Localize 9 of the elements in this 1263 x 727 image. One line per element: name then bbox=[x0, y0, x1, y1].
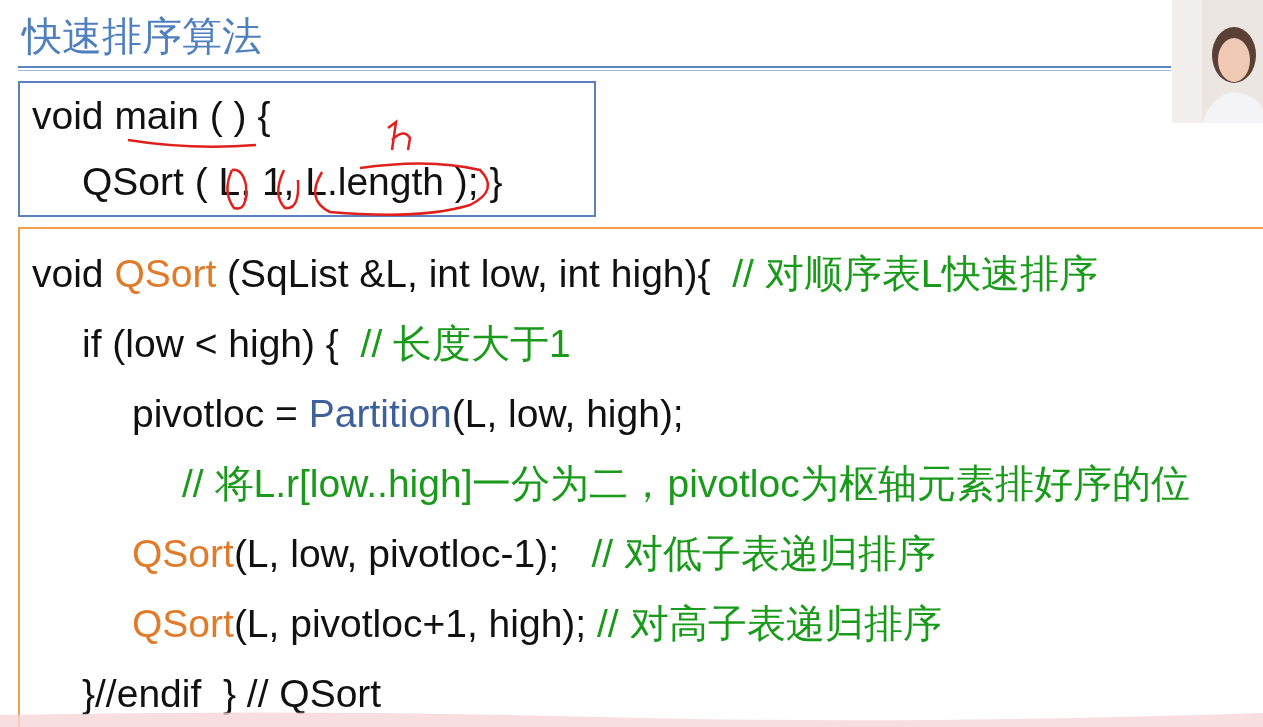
code-line: QSort(L, low, pivotloc-1); // 对低子表递归排序 bbox=[132, 532, 937, 576]
code-line: pivotloc = Partition(L, low, high); bbox=[132, 392, 684, 436]
code-line: void QSort (SqList &L, int low, int high){ // 对顺序表L快速排序 bbox=[32, 252, 1099, 296]
code-line: }//endif } // QSort bbox=[82, 672, 382, 716]
code-line: void main ( ) { bbox=[32, 94, 271, 138]
code-line: // 将L.r[low..high]一分为二，pivotloc为枢轴元素排好序的位 bbox=[182, 462, 1190, 506]
code-line: QSort(L, pivotloc+1, high); // 对高子表递归排序 bbox=[132, 602, 942, 646]
slide-title: 快速排序算法 bbox=[20, 13, 262, 58]
code-line: if (low < high) { // 长度大于1 bbox=[82, 322, 571, 366]
